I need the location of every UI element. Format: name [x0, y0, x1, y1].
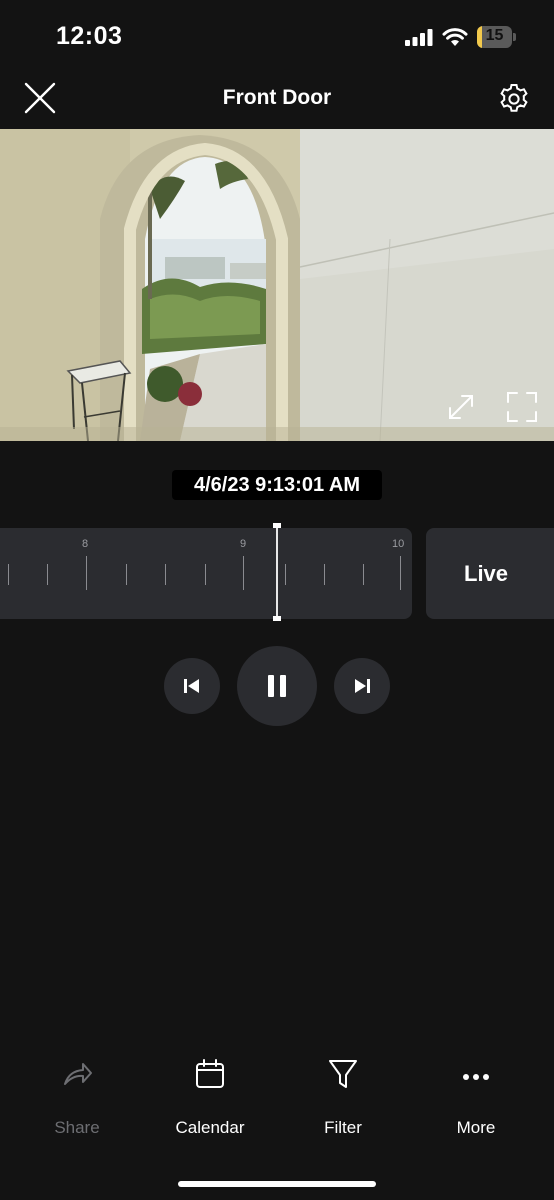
- pause-button[interactable]: [237, 646, 317, 726]
- page-title: Front Door: [222, 86, 332, 109]
- gear-icon: [500, 84, 528, 112]
- timeline-tick: [363, 564, 364, 585]
- timeline-tick: [86, 556, 87, 590]
- timeline-tick: [205, 564, 206, 585]
- timeline-playhead[interactable]: [276, 525, 278, 621]
- timeline-tick: [243, 556, 244, 590]
- calendar-icon: [196, 1059, 224, 1088]
- timeline-label-8: 8: [82, 538, 89, 550]
- home-indicator[interactable]: [178, 1181, 376, 1187]
- timeline-tick: [324, 564, 325, 585]
- playhead-top-cap: [273, 523, 281, 528]
- share-icon: [64, 1063, 92, 1085]
- filter-label: Filter: [324, 1118, 362, 1137]
- timeline-tick: [47, 564, 48, 585]
- fullscreen-icon: [507, 392, 537, 422]
- expand-button[interactable]: [446, 392, 476, 422]
- playback-timestamp: 4/6/23 9:13:01 AM: [172, 470, 382, 500]
- timeline-tick: [8, 564, 9, 585]
- skip-previous-button[interactable]: [164, 658, 220, 714]
- fullscreen-button[interactable]: [506, 391, 538, 423]
- settings-button[interactable]: [496, 81, 532, 117]
- status-time: 12:03: [56, 22, 123, 50]
- more-label: More: [456, 1118, 496, 1137]
- status-bar: 12:03 15: [0, 0, 554, 74]
- pause-icon: [268, 675, 286, 697]
- wifi-icon: [442, 28, 468, 46]
- timeline-tick: [285, 564, 286, 585]
- playhead-bottom-cap: [273, 616, 281, 621]
- battery-indicator: 15: [477, 26, 517, 48]
- skip-previous-icon: [184, 679, 199, 693]
- filter-button[interactable]: Filter: [283, 1050, 403, 1150]
- timeline-tick: [165, 564, 166, 585]
- timeline-label-10: 10: [392, 538, 405, 550]
- timeline-label-9: 9: [240, 538, 247, 550]
- battery-level: 15: [485, 27, 504, 44]
- calendar-button[interactable]: Calendar: [150, 1050, 270, 1150]
- live-button[interactable]: Live: [426, 528, 554, 619]
- ellipsis-icon: [463, 1074, 489, 1080]
- skip-next-button[interactable]: [334, 658, 390, 714]
- more-button[interactable]: More: [416, 1050, 536, 1150]
- calendar-label: Calendar: [175, 1118, 245, 1137]
- timeline-tick: [126, 564, 127, 585]
- share-label: Share: [54, 1118, 100, 1137]
- skip-next-icon: [355, 679, 370, 693]
- funnel-icon: [329, 1060, 357, 1088]
- diagonal-expand-icon: [449, 395, 473, 419]
- cellular-signal-icon: [405, 29, 433, 46]
- timeline-scrubber[interactable]: 8 9 10: [0, 528, 412, 619]
- timeline-tick: [400, 556, 401, 590]
- share-button[interactable]: Share: [17, 1050, 137, 1150]
